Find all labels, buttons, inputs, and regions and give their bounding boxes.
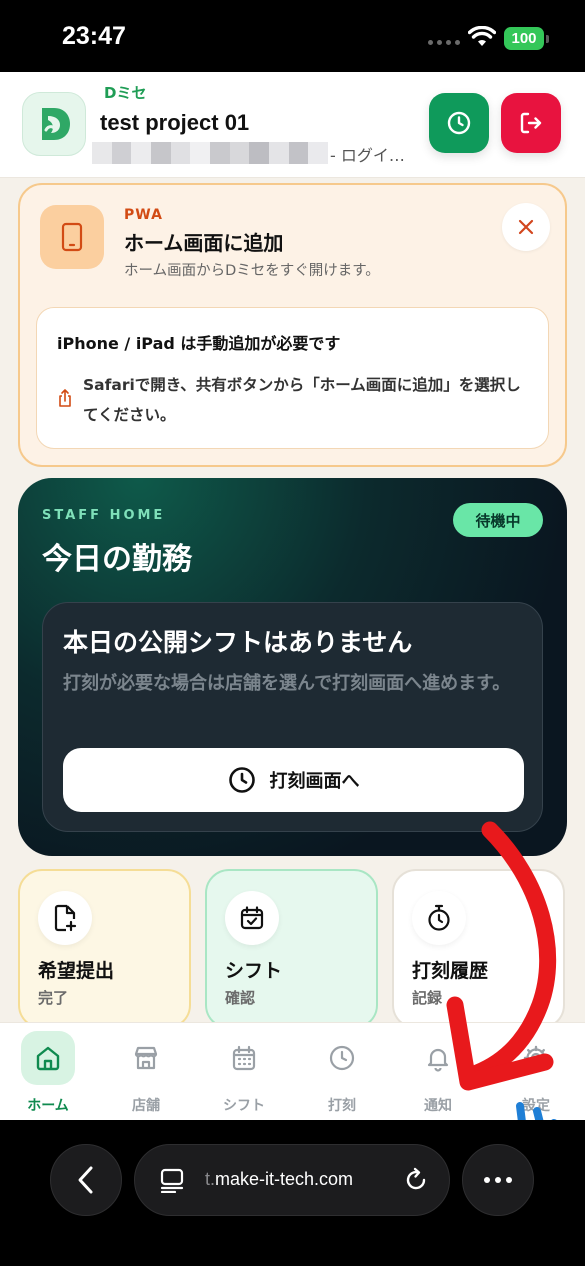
- store-icon: [134, 1046, 158, 1070]
- url-prefix: t.: [205, 1169, 216, 1189]
- punch-button-label: 打刻画面へ: [269, 771, 360, 792]
- nav-icon-wrap: [411, 1031, 465, 1085]
- brand-name: Dミセ: [104, 84, 147, 102]
- pwa-install-card: PWA ホーム画面に追加 ホーム画面からDミセをすぐ開けます。 iPhone /…: [18, 183, 567, 467]
- today-work-title: 今日の勤務: [42, 542, 192, 577]
- tile-subtitle: 完了: [38, 989, 69, 1007]
- ios-instruction-box: iPhone / iPad は手動追加が必要です Safariで開き、共有ボタン…: [36, 307, 549, 449]
- status-time: 23:47: [62, 22, 126, 50]
- nav-settings[interactable]: 設定: [488, 1031, 584, 1115]
- dmise-logo-icon: [42, 108, 70, 140]
- status-badge: 待機中: [453, 503, 543, 537]
- more-button[interactable]: [462, 1144, 534, 1216]
- tile-icon-wrap: [225, 891, 279, 945]
- pwa-subtitle: ホーム画面からDミセをすぐ開けます。: [124, 263, 380, 279]
- nav-icon-wrap: [315, 1031, 369, 1085]
- tile-icon-wrap: [38, 891, 92, 945]
- pwa-icon-box: [40, 205, 104, 269]
- redacted-user-name: [92, 142, 329, 164]
- chevron-left-icon: [78, 1166, 93, 1194]
- share-icon: [59, 389, 71, 407]
- url-text: t.make-it-tech.com: [205, 1169, 353, 1190]
- tabs-icon: [160, 1168, 184, 1193]
- nav-label: 打刻: [328, 1098, 356, 1114]
- tile-subtitle: 確認: [225, 989, 256, 1007]
- tile-subtitle: 記録: [412, 989, 443, 1007]
- more-icon: [484, 1177, 512, 1183]
- login-status-text: - ログイ…: [330, 146, 405, 165]
- no-shift-description: 打刻が必要な場合は店舗を選んで打刻画面へ進めます。: [63, 673, 511, 694]
- bell-icon: [427, 1048, 449, 1072]
- nav-label: 店舗: [132, 1098, 160, 1114]
- pwa-title: ホーム画面に追加: [124, 231, 284, 255]
- today-shift-box: 本日の公開シフトはありません 打刻が必要な場合は店舗を選んで打刻画面へ進めます。…: [42, 602, 543, 832]
- wifi-icon: [468, 26, 496, 46]
- cellular-signal-icon: [428, 40, 460, 45]
- staff-home-tag: STAFF HOME: [42, 508, 166, 523]
- gear-icon: [523, 1045, 549, 1071]
- nav-label: 設定: [522, 1098, 550, 1114]
- staff-home-card: STAFF HOME 今日の勤務 待機中 本日の公開シフトはありません 打刻が必…: [18, 478, 567, 856]
- browser-toolbar: t.make-it-tech.com: [0, 1120, 585, 1266]
- smartphone-icon: [61, 222, 83, 252]
- stopwatch-icon: [428, 904, 450, 931]
- tile-shift[interactable]: シフト 確認: [205, 869, 378, 1029]
- calendar-check-icon: [240, 906, 264, 930]
- battery-tip: [546, 35, 549, 43]
- tile-title: シフト: [225, 960, 283, 982]
- ios-instruction-title: iPhone / iPad は手動追加が必要です: [57, 334, 341, 353]
- clock-icon: [329, 1045, 355, 1071]
- tile-title: 希望提出: [38, 960, 115, 982]
- url-domain: make-it-tech.com: [215, 1169, 354, 1189]
- nav-label: ホーム: [27, 1098, 69, 1114]
- nav-label: シフト: [223, 1098, 265, 1114]
- close-icon: [518, 219, 534, 235]
- nav-notifications[interactable]: 通知: [390, 1031, 486, 1115]
- ios-instruction-text: Safariで開き、共有ボタンから「ホーム画面に追加」を選択してください。: [83, 376, 521, 424]
- clock-button[interactable]: [429, 93, 489, 153]
- document-plus-icon: [54, 904, 77, 932]
- nav-icon-wrap: [217, 1031, 271, 1085]
- nav-home[interactable]: ホーム: [0, 1031, 96, 1115]
- nav-label: 通知: [424, 1098, 452, 1114]
- battery-indicator: 100: [504, 27, 544, 50]
- bottom-nav: ホーム 店舗 シフト 打刻 通知 設定: [0, 1022, 585, 1120]
- app-logo[interactable]: [22, 92, 86, 156]
- address-bar[interactable]: t.make-it-tech.com: [134, 1144, 450, 1216]
- tile-title: 打刻履歴: [412, 960, 489, 982]
- tile-shift-request[interactable]: 希望提出 完了: [18, 869, 191, 1029]
- clock-icon: [447, 111, 471, 135]
- nav-icon-wrap: [509, 1031, 563, 1085]
- no-shift-title: 本日の公開シフトはありません: [63, 628, 413, 657]
- nav-icon-wrap: [119, 1031, 173, 1085]
- clock-icon: [228, 767, 255, 793]
- nav-shift[interactable]: シフト: [196, 1031, 292, 1115]
- close-pwa-button[interactable]: [502, 203, 550, 251]
- nav-store[interactable]: 店舗: [98, 1031, 194, 1115]
- tile-punch-history[interactable]: 打刻履歴 記録: [392, 869, 565, 1029]
- nav-punch[interactable]: 打刻: [294, 1031, 390, 1115]
- back-button[interactable]: [50, 1144, 122, 1216]
- reload-icon[interactable]: [403, 1167, 429, 1193]
- tile-icon-wrap: [412, 891, 466, 945]
- calendar-icon: [232, 1045, 256, 1071]
- app-screen: Dミセ test project 01 - ログイ… PWA ホーム画面に追加 …: [0, 72, 585, 1120]
- pwa-tag: PWA: [124, 207, 163, 223]
- status-bar: 23:47 100: [0, 0, 585, 72]
- logout-button[interactable]: [501, 93, 561, 153]
- app-header: Dミセ test project 01 - ログイ…: [0, 72, 585, 178]
- go-to-punch-button[interactable]: 打刻画面へ: [63, 748, 524, 812]
- project-name: test project 01: [100, 110, 250, 135]
- home-icon: [36, 1046, 60, 1071]
- nav-icon-wrap: [21, 1031, 75, 1085]
- logout-icon: [520, 112, 542, 134]
